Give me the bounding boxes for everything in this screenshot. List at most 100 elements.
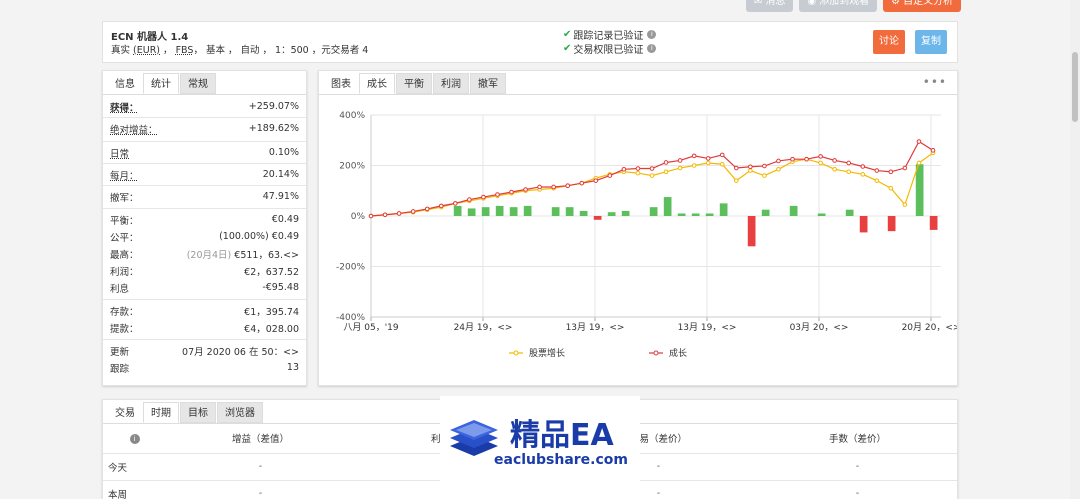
data-point xyxy=(453,201,458,206)
tab-trades[interactable]: 交易 xyxy=(107,402,143,423)
data-point xyxy=(621,166,627,172)
custom-analysis-button[interactable]: ⚙ 自定义分析 xyxy=(883,0,962,12)
page-scrollbar[interactable] xyxy=(1070,0,1080,499)
col-header-lots[interactable]: 手数（差价） xyxy=(758,424,957,453)
legend-marker xyxy=(653,350,659,356)
broker-link[interactable]: FBS xyxy=(176,45,194,56)
y-tick-label: -200% xyxy=(336,263,365,273)
tab-goals[interactable]: 目标 xyxy=(180,402,216,423)
data-point xyxy=(607,173,613,178)
bar xyxy=(817,213,826,216)
bar xyxy=(915,164,924,216)
tab-info[interactable]: 信息 xyxy=(107,73,143,94)
bar xyxy=(579,210,588,216)
data-point xyxy=(776,158,781,164)
tab-browser[interactable]: 浏览器 xyxy=(217,402,263,423)
bar xyxy=(649,207,658,216)
data-point xyxy=(818,154,823,159)
y-tick-label: 400% xyxy=(339,111,365,121)
tab-periods[interactable]: 时期 xyxy=(143,402,179,423)
data-point xyxy=(649,166,655,171)
stat-equity: 公平： (100.00%) €0.49 xyxy=(110,231,299,244)
bar xyxy=(677,213,686,216)
message-button[interactable]: ✉ 消息 xyxy=(746,0,794,12)
tab-growth[interactable]: 成长 xyxy=(359,73,395,94)
more-options-icon[interactable]: ••• xyxy=(923,75,947,89)
bar xyxy=(663,197,672,216)
stats-tabs: 信息 统计 常规 xyxy=(103,71,306,95)
info-icon[interactable]: i xyxy=(129,433,140,444)
bar xyxy=(747,216,756,247)
system-title: ECN 机器人 1.4 xyxy=(111,32,189,43)
data-point xyxy=(748,164,753,170)
data-point xyxy=(635,166,641,171)
data-point xyxy=(719,152,725,158)
data-point xyxy=(902,165,908,171)
tab-drawdown[interactable]: 撤军 xyxy=(470,73,506,94)
scrollbar-thumb[interactable] xyxy=(1072,52,1078,122)
bar xyxy=(565,207,574,216)
info-icon[interactable]: i xyxy=(647,30,657,39)
data-point xyxy=(762,173,767,178)
data-point xyxy=(846,169,852,175)
data-point xyxy=(776,166,781,172)
data-point xyxy=(396,211,402,216)
tab-balance[interactable]: 平衡 xyxy=(396,73,432,94)
add-to-watch-button[interactable]: ◉ 添加到观看 xyxy=(799,0,878,12)
stats-panel: 信息 统计 常规 获得： +259.07% 绝对增益： +189.62% 日常 0.1… xyxy=(102,70,307,386)
data-point xyxy=(537,184,542,190)
bar xyxy=(929,216,938,230)
data-point xyxy=(551,184,556,190)
x-tick-label: 20月 20，<> xyxy=(902,322,957,333)
copy-button[interactable]: 复制 xyxy=(915,30,947,54)
data-point xyxy=(790,156,795,162)
data-point xyxy=(649,173,655,178)
currency-link[interactable]: (EUR) xyxy=(133,45,160,56)
data-point xyxy=(705,156,711,161)
data-point xyxy=(860,172,866,177)
bar xyxy=(761,209,770,216)
data-point xyxy=(874,178,880,183)
bar xyxy=(887,216,896,232)
data-point xyxy=(410,209,416,214)
system-header: ECN 机器人 1.4 真实 (EUR) ， FBS， 基本 ， 自动 ， 1：… xyxy=(102,21,958,63)
stat-tracking: 跟踪 13 xyxy=(110,362,299,375)
data-point xyxy=(663,169,669,175)
y-tick-label: -400% xyxy=(336,313,365,323)
bar xyxy=(481,207,490,216)
stat-gain: 获得： +259.07% xyxy=(110,101,299,114)
data-point xyxy=(818,160,823,166)
data-point xyxy=(677,165,683,171)
data-point xyxy=(846,160,852,166)
data-point xyxy=(734,178,739,183)
data-point xyxy=(691,153,697,159)
settings-icon: ⚙ xyxy=(891,0,901,7)
check-icon: ✔ xyxy=(563,43,572,54)
tab-chart[interactable]: 图表 xyxy=(323,73,359,94)
info-icon[interactable]: i xyxy=(647,44,657,53)
bar xyxy=(691,213,700,216)
bar xyxy=(719,203,728,216)
data-point xyxy=(734,165,739,171)
verify-trading: ✔ 交易权限已验证 i xyxy=(563,41,657,56)
x-tick-label: 03月 20，<> xyxy=(790,322,849,333)
x-tick-label: 24月 19，<> xyxy=(454,322,513,333)
data-point xyxy=(438,203,444,209)
data-point xyxy=(902,202,908,207)
data-point xyxy=(593,178,599,183)
data-point xyxy=(368,213,374,219)
bar xyxy=(453,205,462,216)
data-point xyxy=(916,160,922,166)
tab-general[interactable]: 常规 xyxy=(180,73,216,94)
bar xyxy=(621,210,630,216)
col-header-gain[interactable]: 增益（差值） xyxy=(161,424,360,453)
stat-daily: 日常 0.10% xyxy=(110,147,299,160)
bar xyxy=(523,205,532,216)
data-point xyxy=(691,163,697,168)
tab-stats[interactable]: 统计 xyxy=(143,73,179,94)
stat-profit: 利润： €2，637.52 xyxy=(110,266,299,278)
bar xyxy=(859,216,868,233)
data-point xyxy=(748,168,753,173)
discuss-button[interactable]: 讨论 xyxy=(873,30,905,54)
tab-profit[interactable]: 利润 xyxy=(433,73,469,94)
